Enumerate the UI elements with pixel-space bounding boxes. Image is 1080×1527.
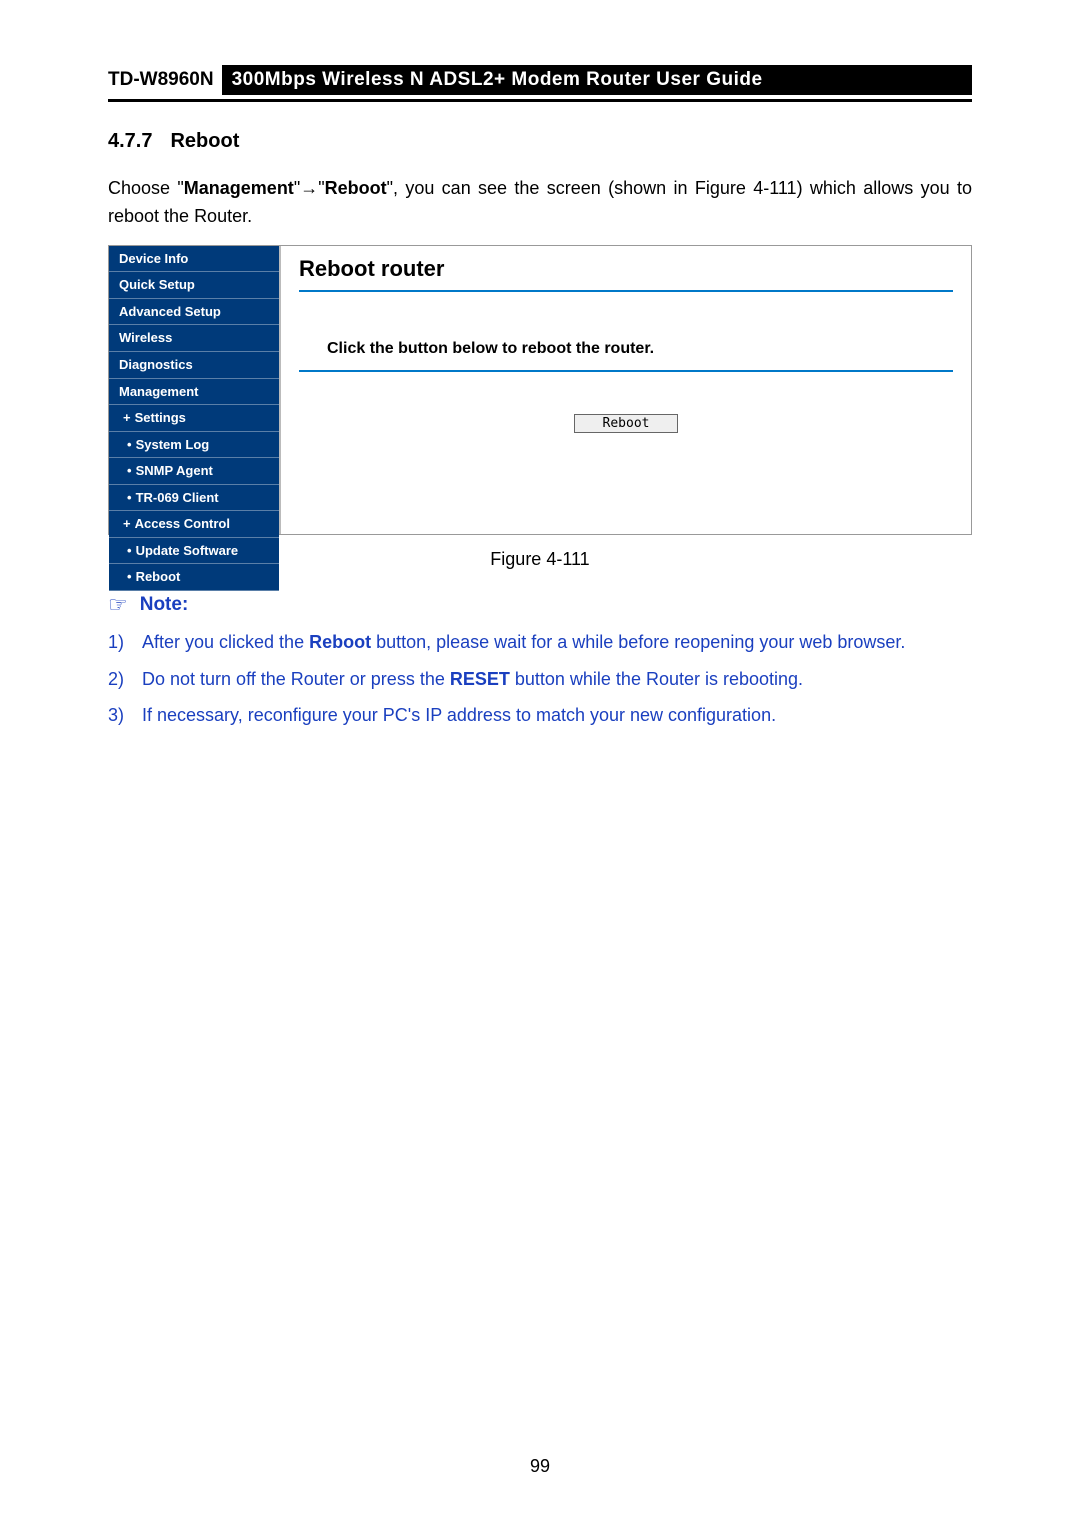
document-title: 300Mbps Wireless N ADSL2+ Modem Router U… (222, 65, 972, 95)
note-item-2: 2) Do not turn off the Router or press t… (108, 665, 972, 694)
pointing-hand-icon: ☞ (108, 592, 128, 618)
plus-icon: + (123, 516, 131, 531)
nav-quick-setup[interactable]: Quick Setup (109, 272, 279, 299)
nav-device-info[interactable]: Device Info (109, 246, 279, 273)
reboot-button[interactable]: Reboot (574, 414, 679, 433)
bullet-icon: • (127, 490, 132, 505)
note-list: 1) After you clicked the Reboot button, … (108, 628, 972, 730)
note-item-3: 3) If necessary, reconfigure your PC's I… (108, 701, 972, 730)
bullet-icon: • (127, 437, 132, 452)
nav-wireless[interactable]: Wireless (109, 325, 279, 352)
nav-advanced-setup[interactable]: Advanced Setup (109, 299, 279, 326)
intro-paragraph: Choose "Management"→"Reboot", you can se… (108, 175, 972, 231)
nav-system-log[interactable]: •System Log (109, 432, 279, 459)
section-title: Reboot (170, 130, 239, 152)
nav-diagnostics[interactable]: Diagnostics (109, 352, 279, 379)
divider (299, 290, 953, 292)
model-number: TD-W8960N (108, 65, 222, 95)
panel-instruction: Click the button below to reboot the rou… (327, 340, 953, 358)
nav-settings[interactable]: +Settings (109, 405, 279, 432)
plus-icon: + (123, 410, 131, 425)
bullet-icon: • (127, 463, 132, 478)
nav-update-software[interactable]: •Update Software (109, 538, 279, 565)
page-number: 99 (0, 1456, 1080, 1477)
divider (299, 370, 953, 372)
sidebar-nav: Device Info Quick Setup Advanced Setup W… (109, 246, 281, 534)
note-heading: ☞ Note: (108, 592, 972, 618)
note-label: Note: (140, 594, 189, 616)
nav-management[interactable]: Management (109, 379, 279, 406)
nav-reboot[interactable]: •Reboot (109, 564, 279, 591)
bullet-icon: • (127, 569, 132, 584)
router-screenshot: Device Info Quick Setup Advanced Setup W… (108, 245, 972, 535)
nav-snmp-agent[interactable]: •SNMP Agent (109, 458, 279, 485)
section-number: 4.7.7 (108, 130, 152, 152)
nav-access-control[interactable]: +Access Control (109, 511, 279, 538)
section-heading: 4.7.7 Reboot (108, 130, 972, 153)
content-panel: Reboot router Click the button below to … (281, 246, 971, 534)
note-item-1: 1) After you clicked the Reboot button, … (108, 628, 972, 657)
panel-title: Reboot router (299, 256, 953, 282)
bullet-icon: • (127, 543, 132, 558)
document-header: TD-W8960N 300Mbps Wireless N ADSL2+ Mode… (108, 65, 972, 102)
nav-tr069-client[interactable]: •TR-069 Client (109, 485, 279, 512)
